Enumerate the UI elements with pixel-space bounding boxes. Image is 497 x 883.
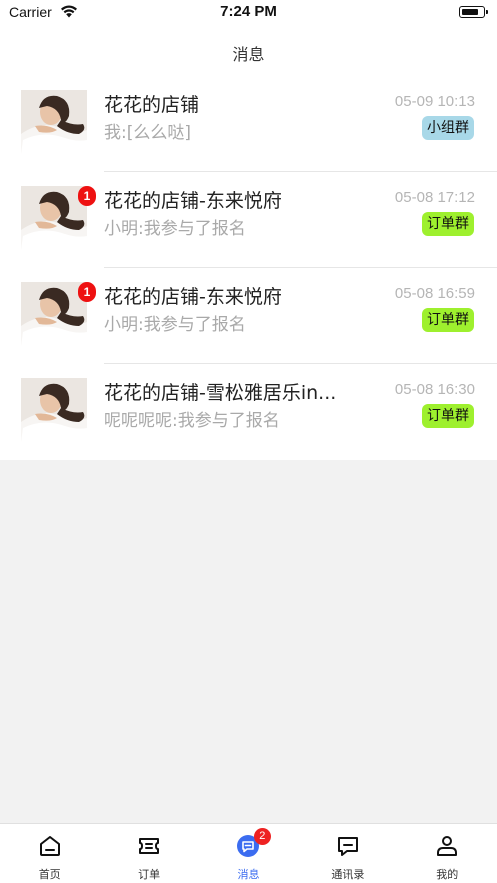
avatar (21, 90, 87, 154)
tab-label: 订单 (138, 868, 161, 881)
status-time: 7:24 PM (220, 3, 277, 20)
tab-home[interactable]: 首页 (0, 824, 99, 883)
tab-profile[interactable]: 我的 (398, 824, 497, 883)
tab-unread-badge: 2 (253, 828, 271, 845)
group-tag: 订单群 (422, 212, 474, 236)
ticket-icon (139, 838, 160, 854)
group-tag: 订单群 (422, 308, 474, 332)
conversation-row[interactable]: 花花的店铺-雪松雅居乐in... 05-08 16:30 呢呢呢呢:我参与了报名… (0, 364, 497, 460)
tab-contacts[interactable]: 通讯录 (298, 824, 397, 883)
tab-bar: 首页 订单 2 消息 通讯录 我的 (0, 823, 497, 883)
unread-badge: 1 (78, 186, 96, 206)
tab-orders[interactable]: 订单 (99, 824, 198, 883)
conversation-row[interactable]: 1 花花的店铺-东来悦府 05-08 17:12 小明:我参与了报名 订单群 (0, 172, 497, 268)
conversation-title: 花花的店铺 (104, 94, 200, 116)
contacts-icon (337, 837, 358, 856)
group-tag: 订单群 (422, 404, 474, 428)
battery-icon (459, 6, 488, 18)
tab-messages[interactable]: 2 消息 (199, 824, 298, 883)
tab-label: 通讯录 (331, 868, 365, 881)
nav-bar: 消息 (0, 26, 497, 76)
tab-label: 首页 (38, 868, 61, 881)
conversation-title: 花花的店铺-雪松雅居乐in... (104, 382, 337, 404)
conversation-preview: 小明:我参与了报名 (104, 219, 246, 239)
group-tag: 小组群 (422, 116, 474, 140)
conversation-preview: 小明:我参与了报名 (104, 315, 246, 335)
conversation-time: 05-09 10:13 (394, 93, 475, 110)
conversation-title: 花花的店铺-东来悦府 (104, 190, 282, 212)
page-title: 消息 (232, 45, 265, 64)
conversation-time: 05-08 16:30 (394, 381, 475, 398)
home-icon (39, 836, 60, 856)
user-icon (437, 836, 458, 856)
conversation-row[interactable]: 花花的店铺 05-09 10:13 我:[么么哒] 小组群 (0, 76, 497, 172)
conversation-list: 花花的店铺 05-09 10:13 我:[么么哒] 小组群 1 花花的店铺-东来… (0, 76, 497, 460)
unread-badge: 1 (78, 282, 96, 302)
conversation-time: 05-08 16:59 (394, 285, 475, 302)
avatar (21, 378, 87, 442)
tab-label: 消息 (237, 868, 260, 881)
conversation-time: 05-08 17:12 (394, 189, 475, 206)
conversation-preview: 我:[么么哒] (104, 123, 191, 143)
conversation-title: 花花的店铺-东来悦府 (104, 286, 282, 308)
status-bar: Carrier 7:24 PM (0, 0, 497, 26)
tab-label: 我的 (436, 868, 459, 881)
conversation-row[interactable]: 1 花花的店铺-东来悦府 05-08 16:59 小明:我参与了报名 订单群 (0, 268, 497, 364)
conversation-preview: 呢呢呢呢:我参与了报名 (104, 411, 280, 431)
